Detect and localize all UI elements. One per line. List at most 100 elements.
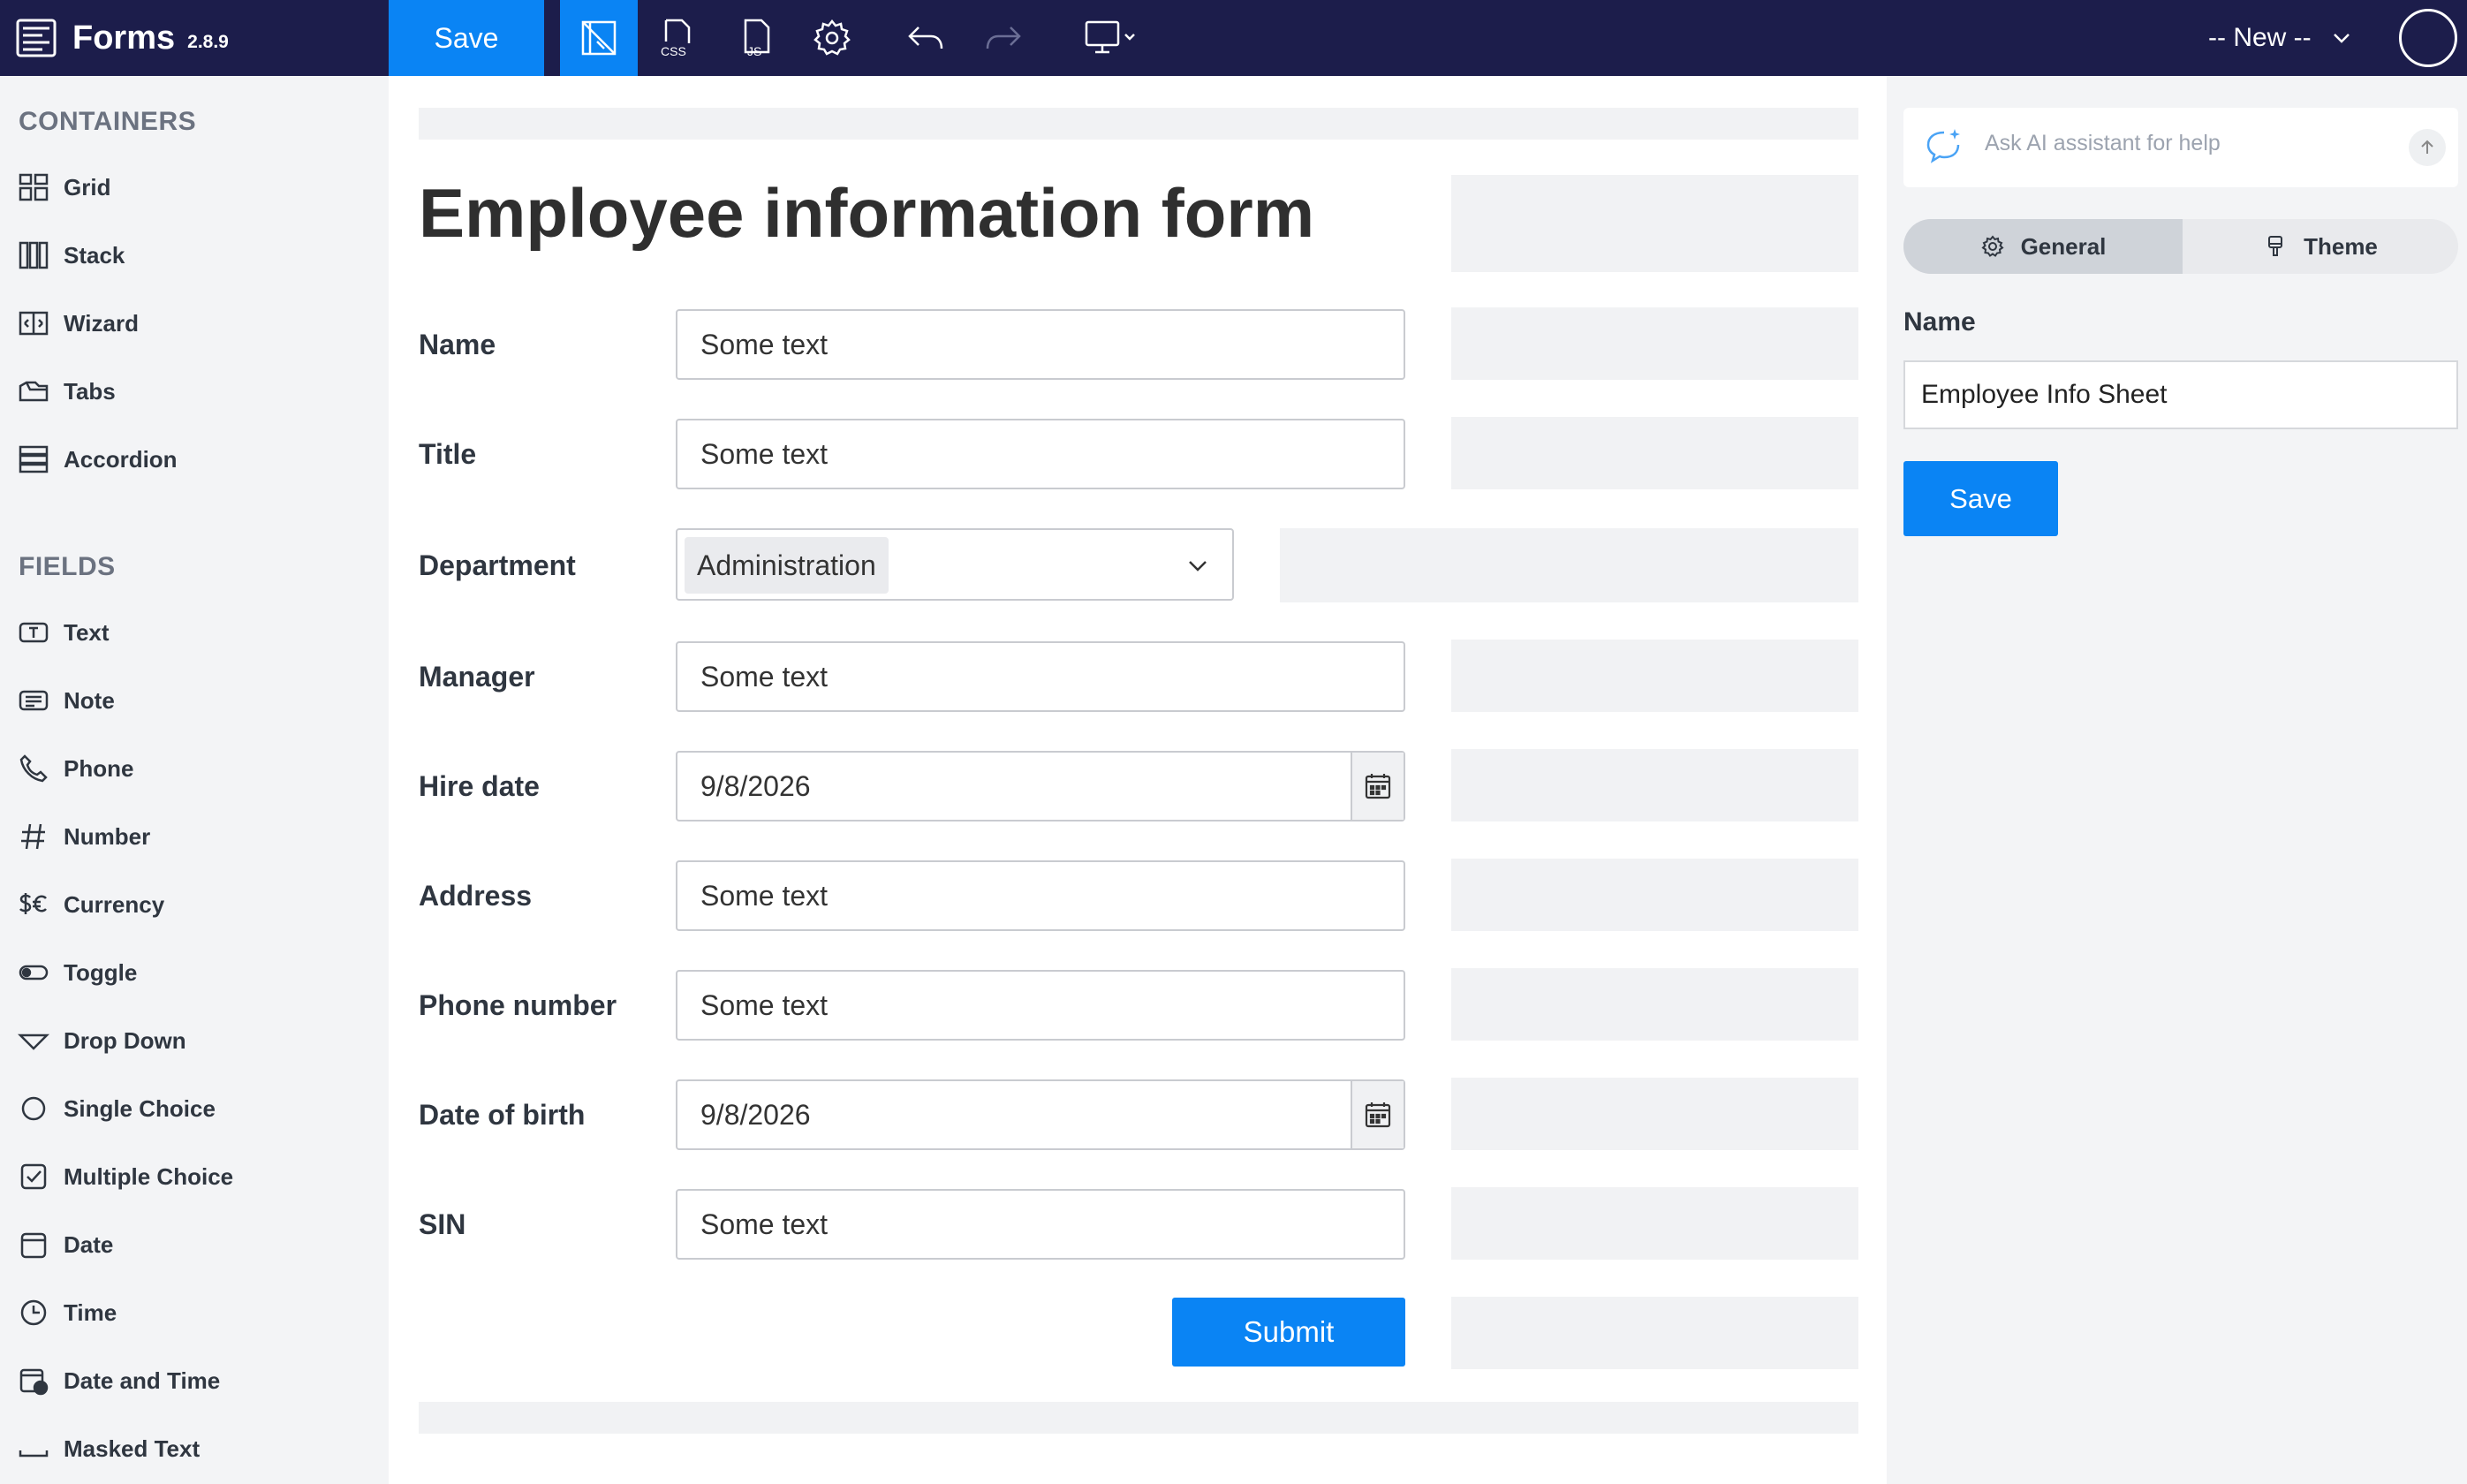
sidebar-item-wizard[interactable]: Wizard — [18, 301, 139, 345]
sidebar-item-phone[interactable]: Phone — [18, 746, 133, 791]
panel-tabs: General Theme — [1903, 219, 2458, 274]
new-form-select[interactable]: -- New -- — [2208, 0, 2352, 76]
department-selected-value: Administration — [685, 537, 889, 594]
sidebar-item-note[interactable]: Note — [18, 678, 115, 723]
department-side-placeholder[interactable] — [1280, 528, 1858, 602]
ai-chat-icon — [1926, 129, 1960, 163]
fields-section-title: FIELDS — [19, 552, 116, 581]
manager-side-placeholder[interactable] — [1451, 640, 1858, 712]
undo-button[interactable] — [887, 0, 965, 76]
date-of-birth-picker-button[interactable] — [1351, 1081, 1404, 1148]
sidebar-item-dropdown[interactable]: Drop Down — [18, 1018, 186, 1063]
sidebar-item-multiple-choice[interactable]: Multiple Choice — [18, 1155, 233, 1199]
user-avatar[interactable] — [2399, 9, 2457, 67]
sidebar-item-label: Time — [64, 1298, 117, 1326]
hire-date-input[interactable]: 9/8/2026 — [676, 751, 1405, 822]
ai-send-button[interactable] — [2409, 129, 2446, 166]
js-button[interactable]: JS — [717, 0, 795, 76]
ai-assistant-box[interactable]: Ask AI assistant for help — [1903, 108, 2458, 187]
sidebar-item-date[interactable]: Date — [18, 1223, 113, 1267]
svg-text:CSS: CSS — [661, 44, 686, 58]
sin-label: SIN — [419, 1208, 466, 1240]
hire-date-side-placeholder[interactable] — [1451, 749, 1858, 822]
sidebar-item-tabs[interactable]: Tabs — [18, 369, 116, 413]
tab-theme[interactable]: Theme — [2183, 219, 2458, 274]
name-label: Name — [419, 329, 496, 360]
redo-icon — [986, 26, 1021, 49]
name-side-placeholder[interactable] — [1451, 307, 1858, 380]
address-side-placeholder[interactable] — [1451, 859, 1858, 931]
address-input[interactable]: Some text — [676, 860, 1405, 931]
sidebar-item-label: Stack — [64, 241, 125, 269]
phone-icon — [19, 754, 48, 783]
sidebar-item-number[interactable]: Number — [18, 814, 150, 859]
tab-general-label: General — [2020, 232, 2107, 260]
department-select[interactable]: Administration — [676, 528, 1234, 601]
sidebar-item-stack[interactable]: Stack — [18, 233, 125, 277]
submit-side-placeholder[interactable] — [1451, 1297, 1858, 1369]
form-footer-placeholder[interactable] — [419, 1402, 1858, 1434]
app-name: Forms — [72, 19, 176, 57]
tab-theme-label: Theme — [2304, 232, 2378, 260]
sidebar-item-label: Phone — [64, 754, 134, 782]
hire-date-label: Hire date — [419, 770, 540, 802]
date-of-birth-label: Date of birth — [419, 1099, 586, 1131]
sidebar-item-accordion[interactable]: Accordion — [18, 437, 178, 481]
time-icon — [20, 1299, 47, 1326]
panel-save-button[interactable]: Save — [1903, 461, 2058, 536]
brush-icon — [2268, 236, 2283, 256]
note-icon — [19, 690, 49, 711]
sidebar-item-date-time[interactable]: Date and Time — [18, 1359, 220, 1403]
sin-input[interactable]: Some text — [676, 1189, 1405, 1260]
sidebar-item-label: Currency — [64, 890, 165, 918]
undo-icon — [908, 26, 943, 49]
properties-panel — [1887, 76, 2467, 1484]
gear-icon — [1981, 235, 2004, 257]
sidebar-item-time[interactable]: Time — [18, 1291, 117, 1335]
manager-input[interactable]: Some text — [676, 641, 1405, 712]
sidebar-item-label: Accordion — [64, 445, 178, 473]
title-side-placeholder[interactable] — [1451, 175, 1858, 272]
tab-general[interactable]: General — [1903, 219, 2183, 274]
sin-side-placeholder[interactable] — [1451, 1187, 1858, 1260]
sidebar-item-currency[interactable]: Currency — [18, 882, 164, 927]
preview-device-button[interactable] — [1067, 0, 1155, 76]
designer-button[interactable] — [560, 0, 638, 76]
sidebar-item-label: Masked Text — [64, 1435, 201, 1462]
name-input[interactable]: Some text — [676, 309, 1405, 380]
tabs-icon — [19, 381, 49, 402]
designer-icon — [581, 20, 617, 56]
toolbar-save-button[interactable]: Save — [389, 0, 544, 76]
submit-button[interactable]: Submit — [1172, 1298, 1405, 1367]
settings-button[interactable] — [793, 0, 871, 76]
sidebar-item-label: Wizard — [64, 309, 139, 337]
hire-date-picker-button[interactable] — [1351, 753, 1404, 820]
css-button[interactable]: CSS — [638, 0, 715, 76]
chevron-down-icon — [2333, 34, 2350, 43]
sidebar-item-single-choice[interactable]: Single Choice — [18, 1086, 216, 1131]
sidebar-item-text[interactable]: Text — [18, 610, 110, 655]
redo-button[interactable] — [965, 0, 1042, 76]
title-input[interactable]: Some text — [676, 419, 1405, 489]
title-side-placeholder[interactable] — [1451, 417, 1858, 489]
ai-assistant-input[interactable]: Ask AI assistant for help — [1985, 131, 2221, 156]
sidebar-item-label: Date — [64, 1230, 114, 1258]
form-header-placeholder[interactable] — [419, 108, 1858, 140]
grid-icon — [19, 173, 49, 201]
phone-number-input[interactable]: Some text — [676, 970, 1405, 1041]
sidebar-item-toggle[interactable]: Toggle — [18, 950, 137, 995]
arrow-up-icon — [2421, 140, 2433, 154]
title-label: Title — [419, 438, 477, 470]
date-of-birth-side-placeholder[interactable] — [1451, 1078, 1858, 1150]
containers-section-title: CONTAINERS — [19, 107, 197, 136]
date-icon — [20, 1232, 47, 1259]
sidebar-item-grid[interactable]: Grid — [18, 165, 110, 209]
sidebar-item-label: Text — [64, 618, 110, 646]
hire-date-value: 9/8/2026 — [700, 769, 811, 802]
manager-label: Manager — [419, 661, 535, 693]
sidebar-item-masked-text[interactable]: Masked Text — [18, 1427, 200, 1471]
form-name-input[interactable]: Employee Info Sheet — [1903, 360, 2458, 429]
date-of-birth-input[interactable]: 9/8/2026 — [676, 1079, 1405, 1150]
text-field-icon — [19, 622, 49, 643]
phone-number-side-placeholder[interactable] — [1451, 968, 1858, 1041]
